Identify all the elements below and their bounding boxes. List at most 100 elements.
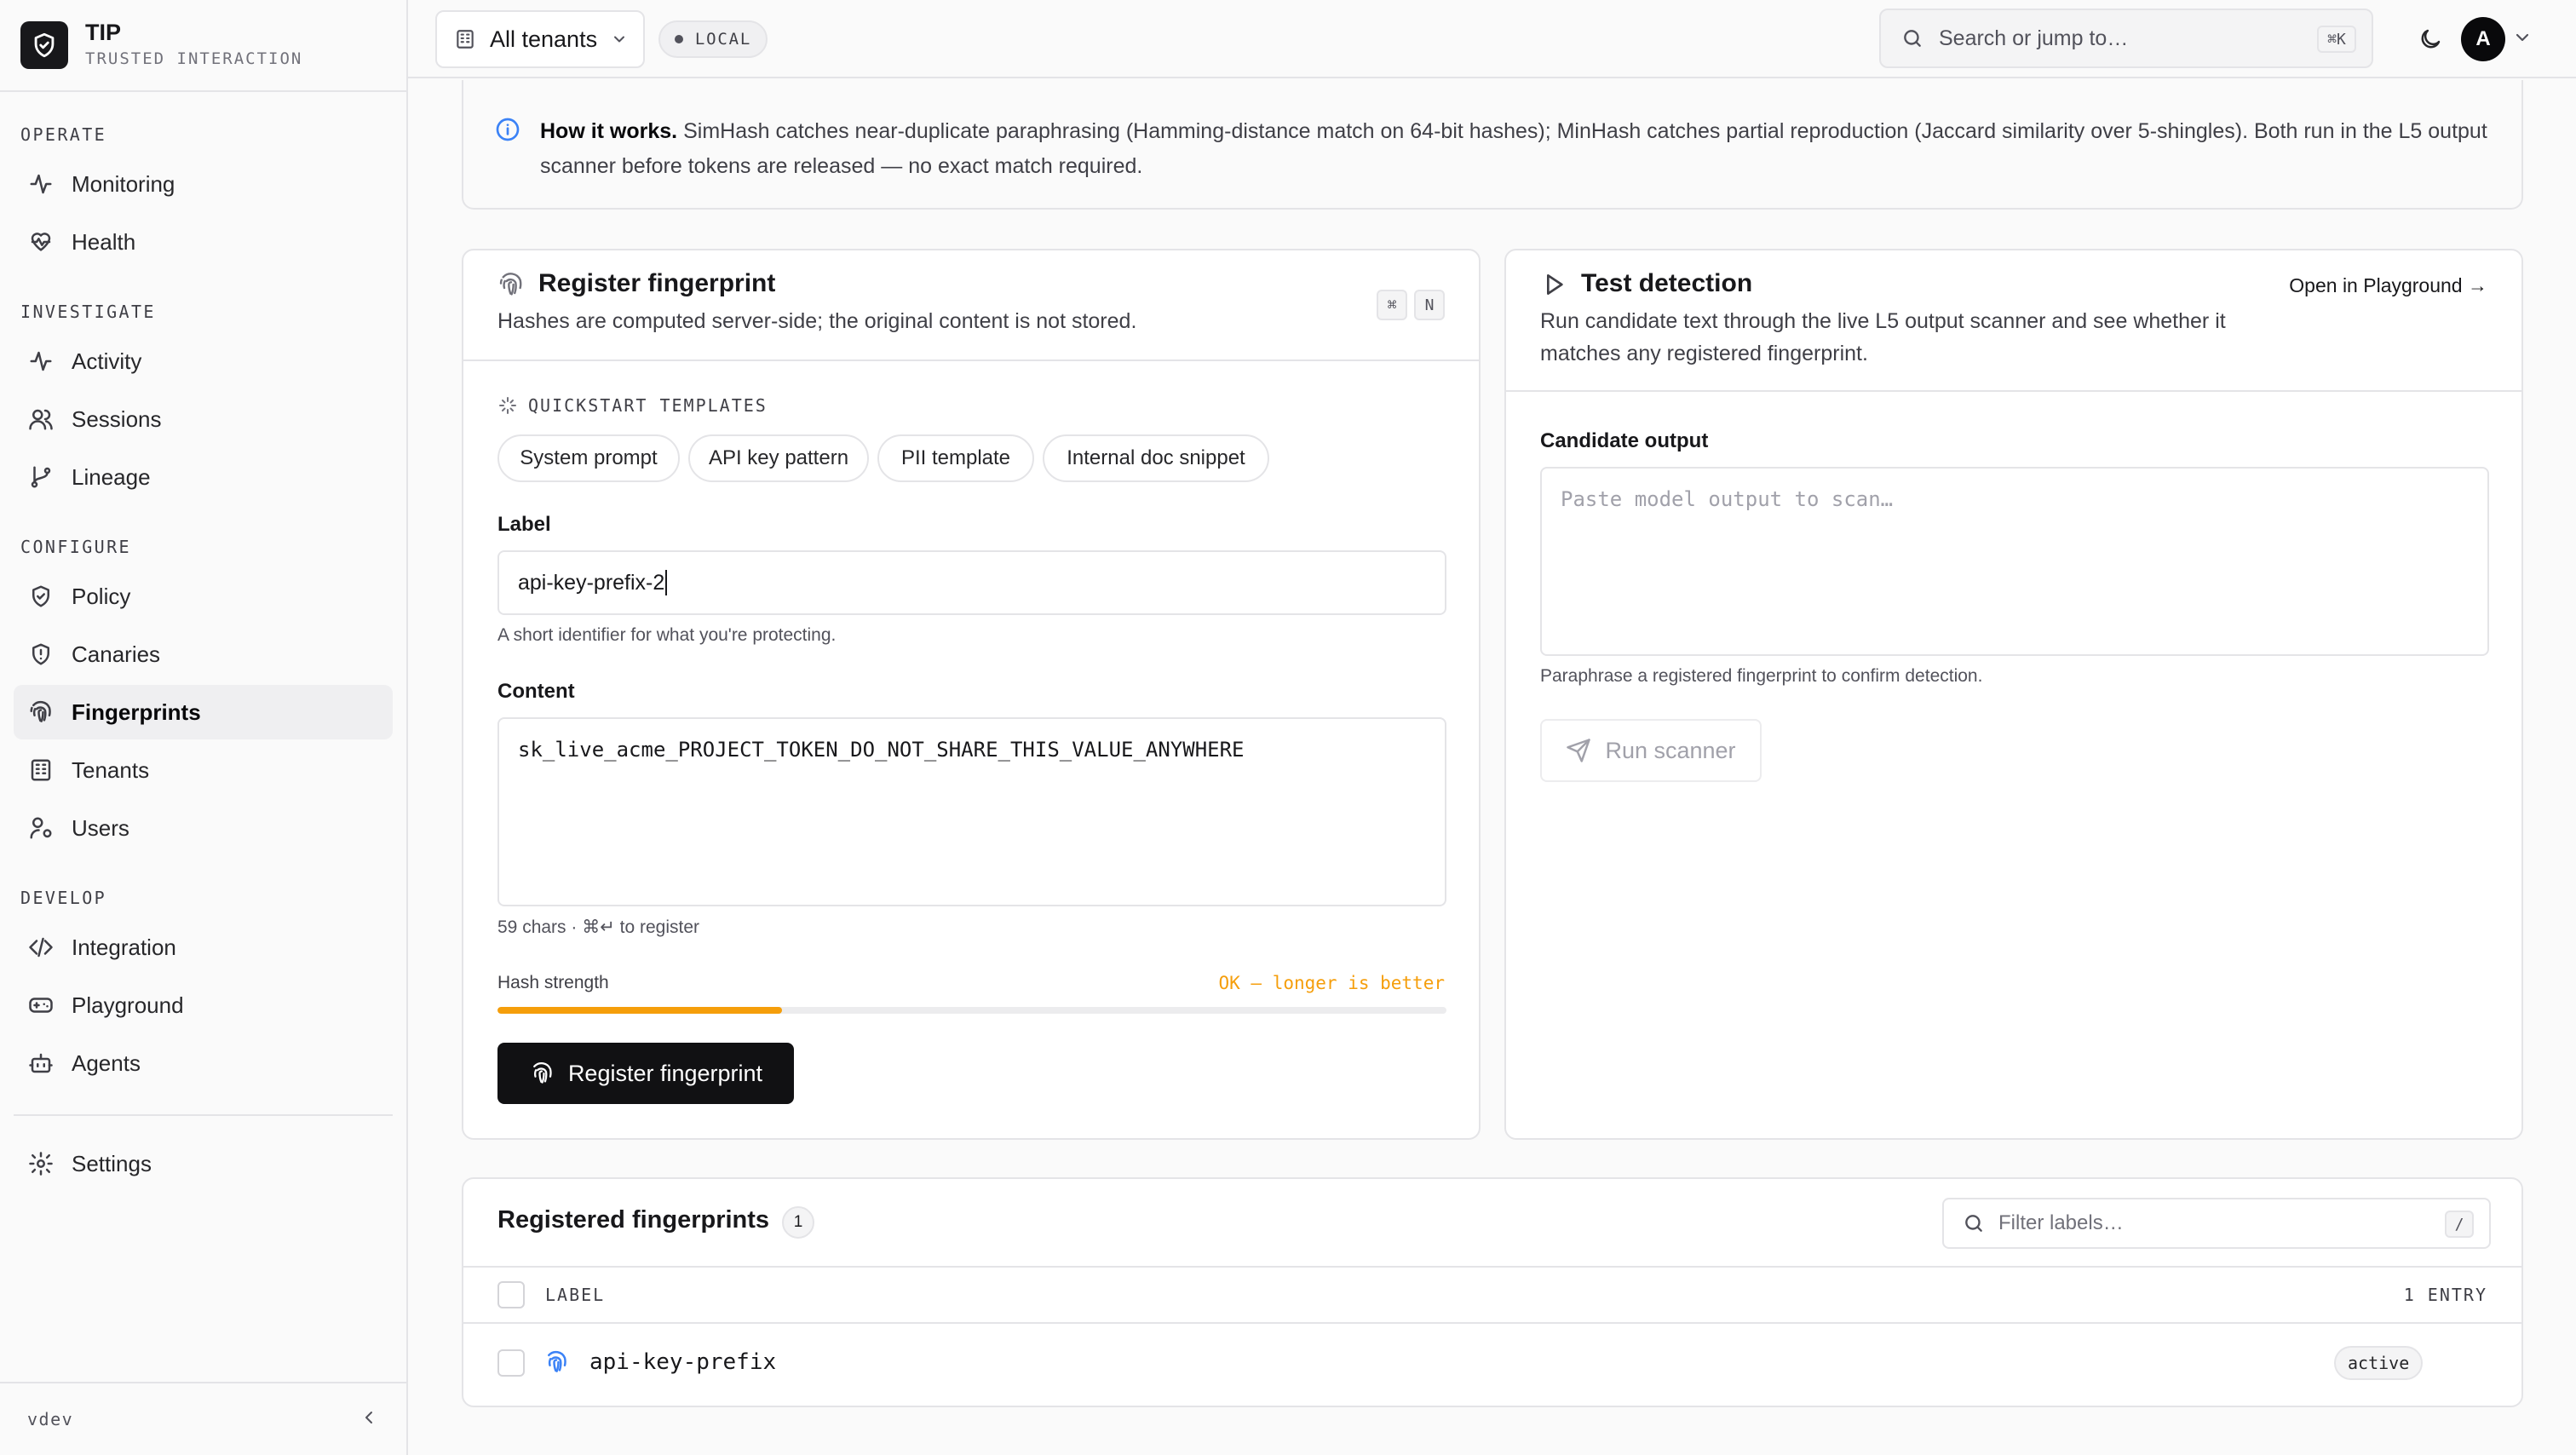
sidebar-divider <box>14 1114 393 1116</box>
label-input[interactable]: api-key-prefix-2 <box>497 550 1446 615</box>
content-field-label: Content <box>497 680 575 703</box>
collapse-sidebar-icon[interactable] <box>359 1407 379 1432</box>
sidebar-item-label: Integration <box>72 934 176 960</box>
template-chip[interactable]: System prompt <box>497 434 680 482</box>
test-card-header: Test detection Run candidate text throug… <box>1506 250 2521 392</box>
fingerprint-icon <box>27 699 55 726</box>
theme-toggle-button[interactable] <box>2410 19 2451 60</box>
test-card-description: Run candidate text through the live L5 o… <box>1540 309 2226 365</box>
sidebar-item-label: Policy <box>72 583 131 609</box>
moon-icon <box>2418 26 2443 52</box>
sidebar-footer: vdev <box>0 1382 406 1455</box>
registered-fingerprints-card: Registered fingerprints 1 Filter labels…… <box>462 1177 2523 1407</box>
status-dot-icon <box>674 35 683 43</box>
sidebar-item-label: Canaries <box>72 641 161 667</box>
label-input-value: api-key-prefix-2 <box>518 570 665 595</box>
sidebar-item-agents[interactable]: Agents <box>14 1036 393 1090</box>
search-shortcut: ⌘K <box>2317 26 2356 53</box>
sidebar-item-lineage[interactable]: Lineage <box>14 450 393 504</box>
sidebar-item-health[interactable]: Health <box>14 215 393 269</box>
nav-section-develop: DEVELOP <box>20 888 107 908</box>
text-cursor <box>665 570 668 595</box>
sidebar-item-label: Playground <box>72 992 184 1018</box>
activity-icon <box>27 348 55 375</box>
sidebar-item-label: Sessions <box>72 405 162 432</box>
brand-title: TIP <box>85 20 122 45</box>
git-branch-icon <box>27 463 55 491</box>
template-chip[interactable]: PII template <box>877 434 1034 482</box>
shield-logo-icon <box>20 21 68 69</box>
sidebar-item-integration[interactable]: Integration <box>14 920 393 975</box>
label-field-hint: A short identifier for what you're prote… <box>497 625 837 645</box>
env-badge: LOCAL <box>658 20 768 58</box>
sidebar-item-users[interactable]: Users <box>14 801 393 855</box>
filter-labels-input[interactable]: Filter labels… / <box>1942 1198 2491 1249</box>
register-fingerprint-card: Register fingerprint Hashes are computed… <box>462 249 1481 1140</box>
row-checkbox[interactable] <box>497 1349 525 1377</box>
search-icon <box>1901 27 1923 49</box>
label-field-label: Label <box>497 513 551 536</box>
tenant-selector-label: All tenants <box>490 26 598 52</box>
entry-count: 1 ENTRY <box>2403 1285 2487 1305</box>
version-label: vdev <box>27 1409 74 1429</box>
registered-count-badge: 1 <box>782 1206 814 1239</box>
sidebar-item-monitoring[interactable]: Monitoring <box>14 157 393 211</box>
sidebar-item-tenants[interactable]: Tenants <box>14 743 393 797</box>
content-textarea-value: sk_live_acme_PROJECT_TOKEN_DO_NOT_SHARE_… <box>518 738 1245 762</box>
shield-check-icon <box>27 583 55 610</box>
hash-strength-label: Hash strength <box>497 973 609 992</box>
run-scanner-label: Run scanner <box>1605 737 1736 763</box>
sidebar-item-playground[interactable]: Playground <box>14 978 393 1032</box>
row-label: api-key-prefix <box>589 1349 777 1375</box>
nav-section-investigate: INVESTIGATE <box>20 302 156 322</box>
candidate-output-hint: Paraphrase a registered fingerprint to c… <box>1540 666 1983 686</box>
gamepad-icon <box>27 992 55 1019</box>
sidebar-item-canaries[interactable]: Canaries <box>14 627 393 681</box>
shortcut-key: N <box>1414 290 1445 320</box>
candidate-output-textarea[interactable]: Paste model output to scan… <box>1540 467 2489 656</box>
register-fingerprint-button[interactable]: Register fingerprint <box>497 1043 794 1104</box>
global-search[interactable]: Search or jump to… ⌘K <box>1879 9 2373 68</box>
column-header-label: LABEL <box>545 1285 606 1305</box>
sidebar-item-label: Monitoring <box>72 170 175 197</box>
shortcut-key: ⌘ <box>1377 290 1407 320</box>
filter-shortcut: / <box>2445 1211 2474 1238</box>
tenant-selector[interactable]: All tenants <box>435 10 645 68</box>
chevron-down-icon[interactable] <box>2512 27 2533 52</box>
hash-strength-track <box>497 1007 1446 1014</box>
status-badge: active <box>2334 1346 2424 1380</box>
run-scanner-button[interactable]: Run scanner <box>1540 719 1762 782</box>
templates-heading: QUICKSTART TEMPLATES <box>528 395 768 416</box>
template-chip[interactable]: Internal doc snippet <box>1043 434 1269 482</box>
open-in-playground-link[interactable]: Open in Playground → <box>2289 274 2487 297</box>
how-it-works-banner: How it works. SimHash catches near-dupli… <box>462 80 2523 210</box>
send-icon <box>1566 738 1591 763</box>
sidebar-item-label: Users <box>72 814 129 841</box>
content-textarea[interactable]: sk_live_acme_PROJECT_TOKEN_DO_NOT_SHARE_… <box>497 717 1446 906</box>
template-chip[interactable]: API key pattern <box>688 434 869 482</box>
sidebar: TIP TRUSTED INTERACTION OPERATE Monitori… <box>0 0 408 1455</box>
fingerprint-icon <box>543 1349 569 1375</box>
sidebar-item-label: Settings <box>72 1150 152 1176</box>
user-cog-icon <box>27 814 55 842</box>
sidebar-item-settings[interactable]: Settings <box>14 1136 393 1191</box>
search-icon <box>1963 1212 1985 1234</box>
header-divider <box>463 1266 2521 1268</box>
sidebar-item-activity[interactable]: Activity <box>14 334 393 388</box>
sidebar-item-fingerprints[interactable]: Fingerprints <box>14 685 393 739</box>
select-all-checkbox[interactable] <box>497 1281 525 1308</box>
fingerprint-icon <box>497 271 525 298</box>
brand[interactable]: TIP TRUSTED INTERACTION <box>0 0 406 92</box>
brand-subtitle: TRUSTED INTERACTION <box>85 49 303 68</box>
table-row[interactable]: api-key-prefix active <box>463 1324 2521 1406</box>
how-it-works-heading: How it works. <box>540 119 678 143</box>
how-it-works-body: SimHash catches near-duplicate paraphras… <box>540 119 2487 178</box>
avatar[interactable]: A <box>2461 17 2505 61</box>
hash-strength-status: OK — longer is better <box>1218 973 1445 993</box>
users-icon <box>27 405 55 433</box>
registered-title: Registered fingerprints <box>497 1206 770 1234</box>
sparkles-icon <box>497 395 518 416</box>
sidebar-item-policy[interactable]: Policy <box>14 569 393 624</box>
sidebar-item-sessions[interactable]: Sessions <box>14 392 393 446</box>
topbar: All tenants LOCAL Search or jump to… ⌘K … <box>408 0 2576 78</box>
